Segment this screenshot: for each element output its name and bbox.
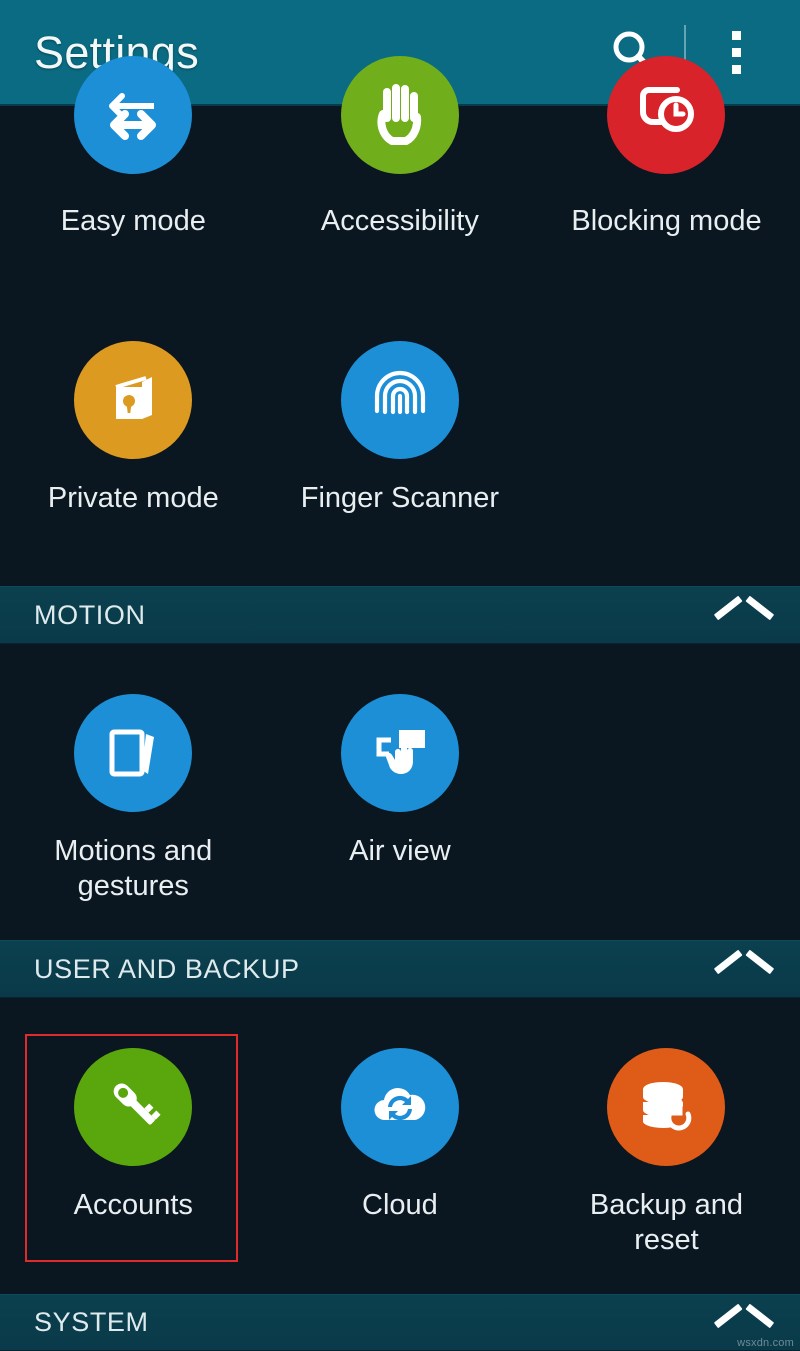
settings-row-personal: Private mode Finger Scanner — [0, 341, 800, 516]
settings-item-motions-and-gestures[interactable]: Motions and gestures — [0, 694, 267, 904]
fingerprint-icon — [340, 341, 459, 459]
settings-item-easy-mode[interactable]: Easy mode — [0, 56, 267, 239]
settings-item-label: Finger Scanner — [300, 482, 500, 514]
section-header-motion[interactable]: MOTION — [0, 586, 800, 644]
chevron-up-icon[interactable] — [718, 954, 770, 984]
settings-item-accessibility[interactable]: Accessibility — [267, 56, 534, 239]
more-options-icon — [731, 30, 741, 74]
blocking-mode-icon — [607, 56, 726, 174]
settings-screen: Settings Easy mode Accessibility Blockin… — [0, 0, 800, 1351]
chevron-up-icon[interactable] — [718, 600, 770, 630]
section-title: MOTION — [34, 599, 146, 630]
private-mode-icon — [74, 341, 193, 459]
settings-item-finger-scanner[interactable]: Finger Scanner — [267, 341, 534, 516]
key-icon — [74, 1048, 193, 1166]
easy-mode-icon — [74, 56, 193, 174]
settings-item-label: Accessibility — [320, 205, 479, 237]
cloud-sync-icon — [340, 1048, 459, 1166]
section-title: USER AND BACKUP — [34, 953, 300, 984]
accessibility-icon — [340, 56, 459, 174]
section-header-system[interactable]: SYSTEM — [0, 1294, 800, 1351]
settings-item-label: Air view — [349, 835, 451, 867]
settings-item-label: Cloud — [362, 1189, 438, 1221]
settings-item-label: Easy mode — [60, 205, 206, 237]
settings-item-blocking-mode[interactable]: Blocking mode — [533, 56, 800, 239]
settings-item-air-view[interactable]: Air view — [267, 694, 534, 904]
section-header-user-and-backup[interactable]: USER AND BACKUP — [0, 940, 800, 998]
settings-item-label: Blocking mode — [571, 205, 762, 237]
section-title: SYSTEM — [34, 1307, 149, 1337]
settings-item-label: Backup and reset — [589, 1189, 744, 1256]
settings-row-user-backup: Accounts Cloud Backup and reset — [0, 1048, 800, 1258]
settings-row-top: Easy mode Accessibility Blocking mode — [0, 56, 800, 239]
settings-row-motion: Motions and gestures Air view — [0, 694, 800, 904]
settings-item-label: Private mode — [47, 482, 219, 514]
air-view-icon — [340, 694, 459, 812]
settings-item-cloud[interactable]: Cloud — [267, 1048, 534, 1258]
motion-gestures-icon — [74, 694, 193, 812]
database-reset-icon — [607, 1048, 726, 1166]
settings-item-accounts[interactable]: Accounts — [0, 1048, 267, 1258]
settings-item-label: Accounts — [73, 1189, 193, 1221]
settings-item-private-mode[interactable]: Private mode — [0, 341, 267, 516]
settings-item-label: Motions and gestures — [54, 835, 213, 902]
settings-item-backup-and-reset[interactable]: Backup and reset — [533, 1048, 800, 1258]
watermark: wsxdn.com — [737, 1337, 794, 1349]
chevron-up-icon[interactable] — [718, 1308, 770, 1338]
